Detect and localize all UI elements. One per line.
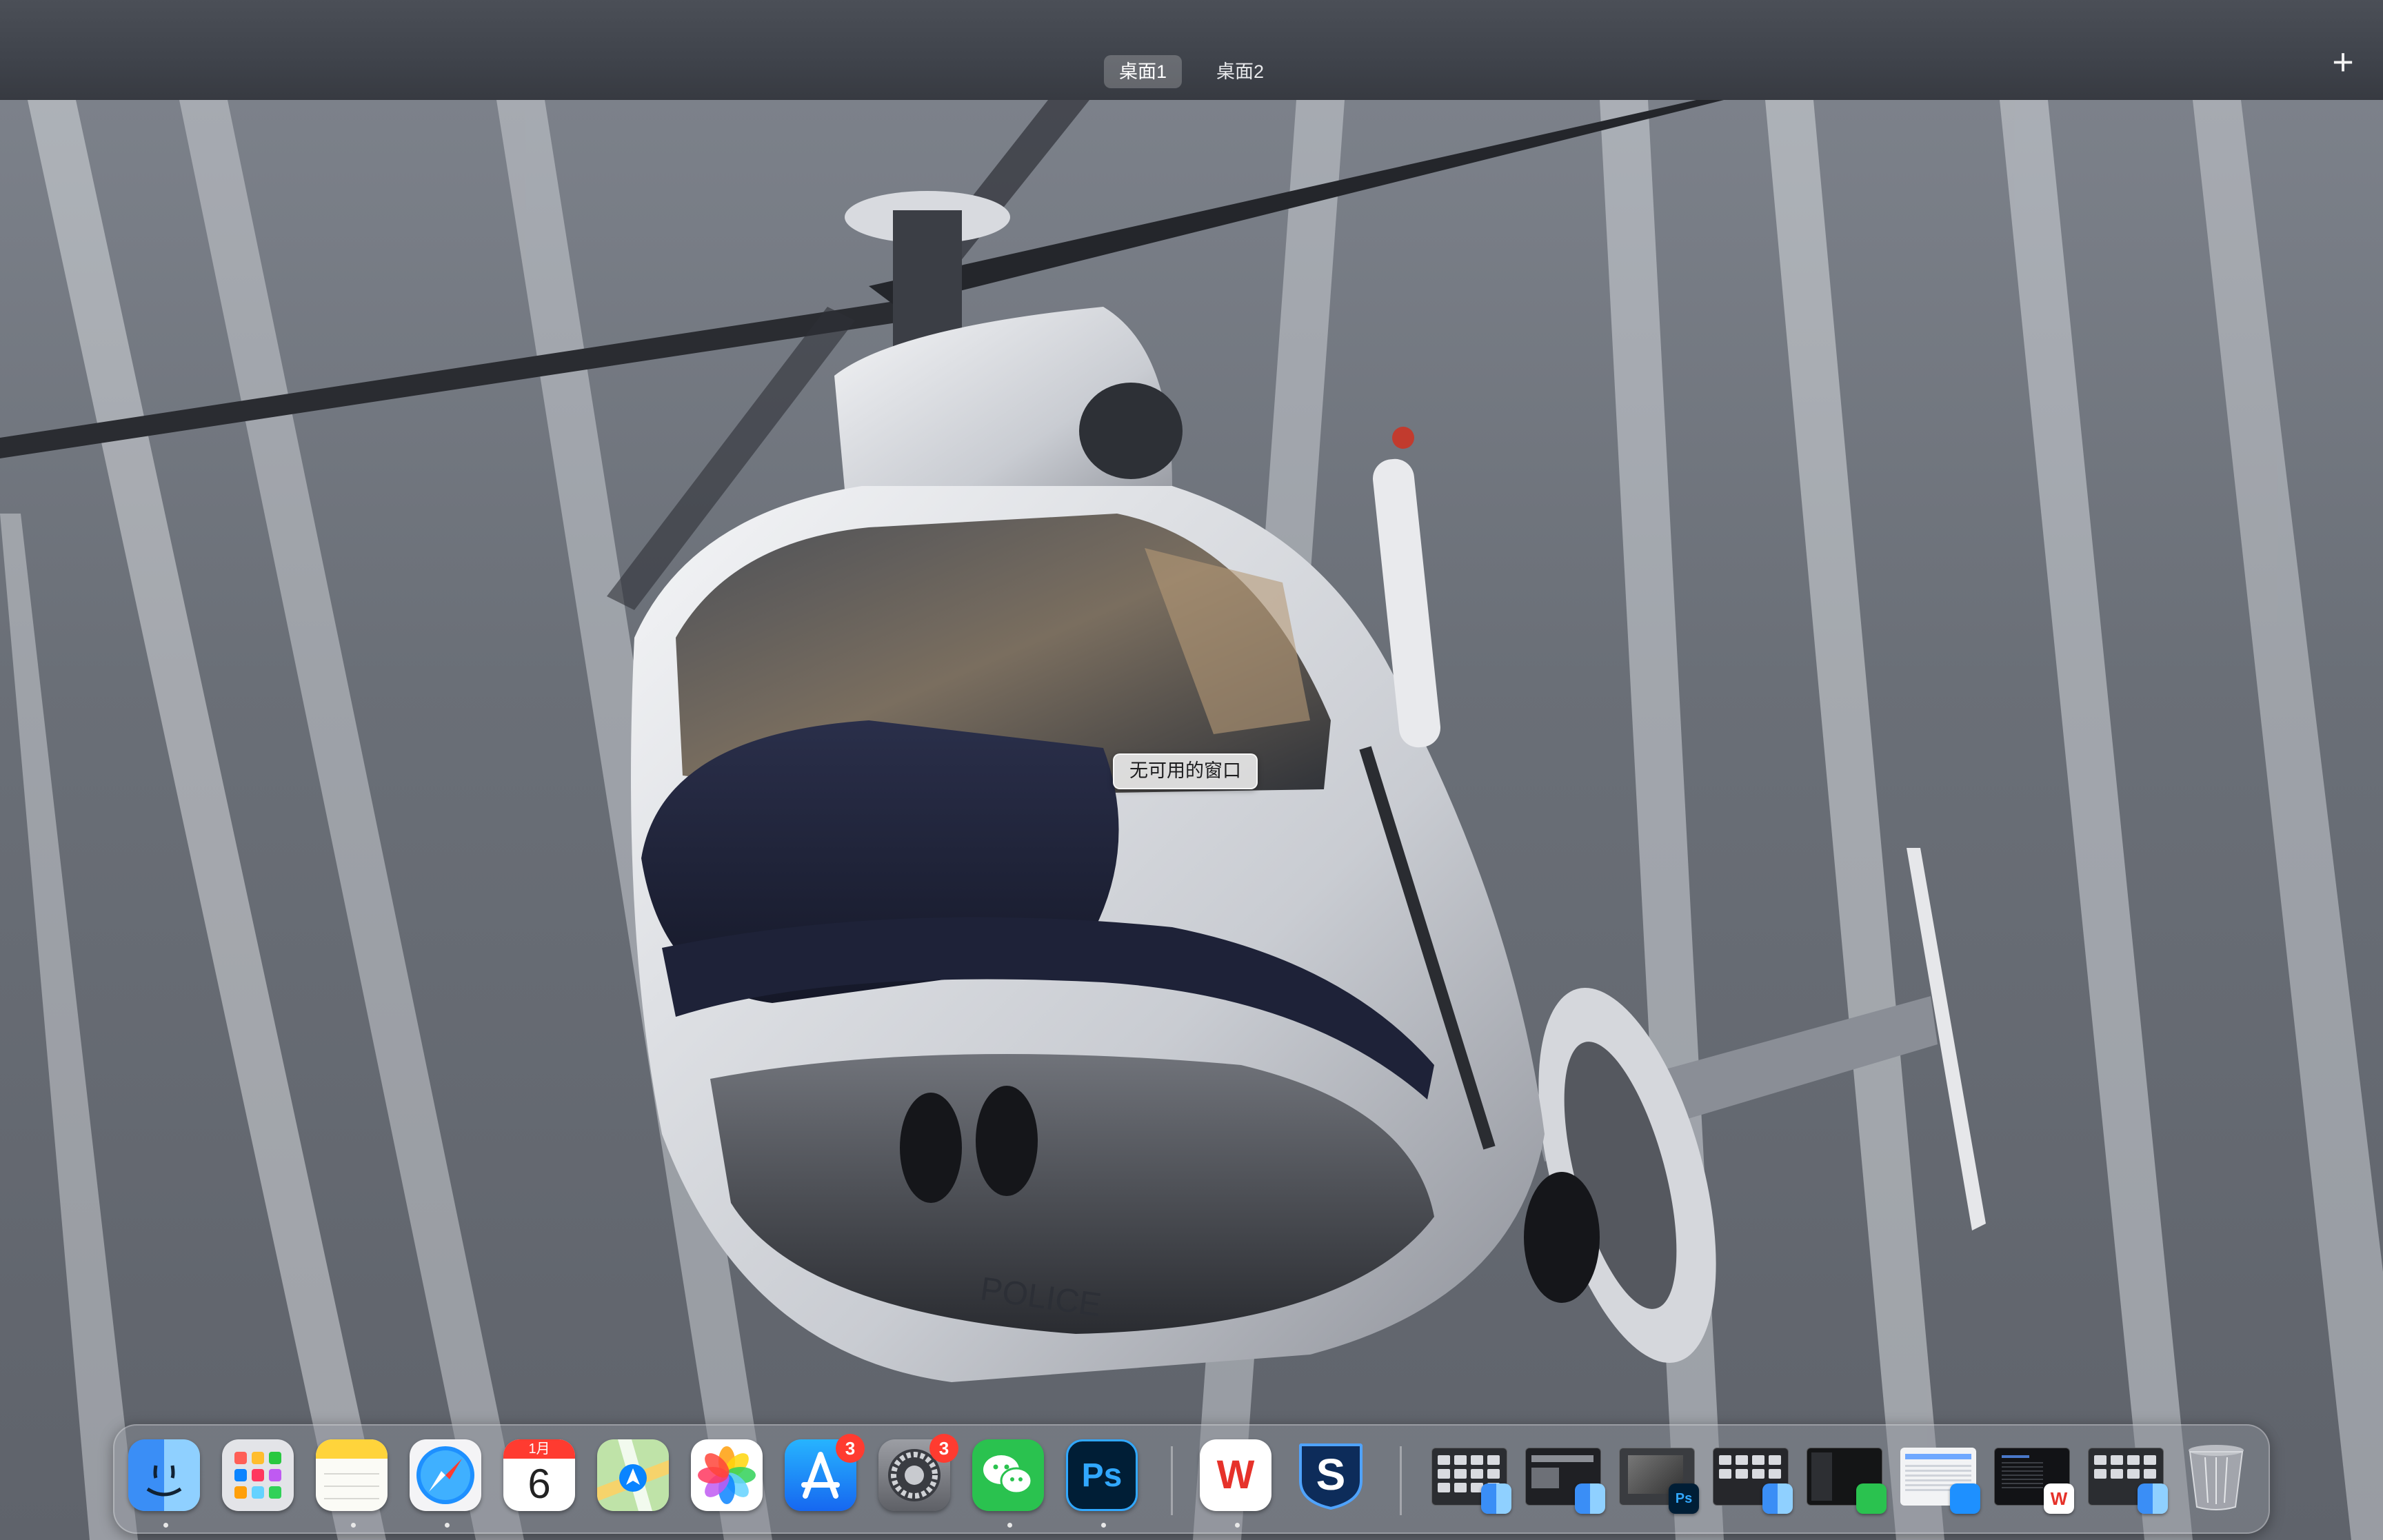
finder-icon (1762, 1483, 1793, 1514)
safari-running-indicator (445, 1523, 450, 1528)
dock-launchpad[interactable] (222, 1439, 296, 1514)
system-settings-badge: 3 (929, 1434, 958, 1463)
photoshop-icon: Ps (1066, 1439, 1138, 1511)
dock: 1月 6 3 3 Ps W S Ps W (113, 1424, 2270, 1534)
app-store-badge: 3 (836, 1434, 865, 1463)
space-tab-desktop-2[interactable]: 桌面2 (1201, 55, 1279, 88)
minimized-window-finder-3[interactable] (1713, 1441, 1793, 1514)
no-windows-label: 无可用的窗口 (1113, 753, 1258, 789)
wps-running-indicator (1235, 1523, 1240, 1528)
s-icon: S (1295, 1439, 1367, 1511)
finder-running-indicator (163, 1523, 168, 1528)
calendar-icon: 1月 6 (503, 1439, 575, 1511)
dock-trash[interactable] (2180, 1439, 2255, 1514)
minimized-window-photoshop[interactable]: Ps (1619, 1441, 1699, 1514)
safari-icon (1950, 1483, 1980, 1514)
finder-icon (1575, 1483, 1605, 1514)
dock-photoshop[interactable]: Ps (1066, 1439, 1140, 1528)
mission-control: 桌面1 桌面2 + POLICE 无可用的窗口 1月 6 3 3 Ps W S … (0, 0, 2383, 1540)
minimized-window-wps[interactable]: W (1994, 1441, 2074, 1514)
finder-icon (128, 1439, 200, 1511)
notes-icon (316, 1439, 388, 1511)
calendar-month: 1月 (503, 1439, 575, 1459)
minimized-window-safari[interactable] (1900, 1441, 1980, 1514)
dock-s-app[interactable]: S (1295, 1439, 1369, 1514)
notes-running-indicator (351, 1523, 356, 1528)
spaces-bar: 桌面1 桌面2 + (0, 0, 2383, 100)
launchpad-icon (222, 1439, 294, 1511)
helicopter-wallpaper: POLICE (0, 100, 2383, 1540)
spaces-tabs: 桌面1 桌面2 (0, 55, 2383, 88)
minimized-window-wechat[interactable] (1807, 1441, 1887, 1514)
dock-app-store[interactable]: 3 (785, 1434, 865, 1514)
finder-icon (2138, 1483, 2168, 1514)
dock-separator-2 (1400, 1446, 1402, 1515)
photoshop-icon: Ps (1669, 1483, 1699, 1514)
dock-finder[interactable] (128, 1439, 203, 1528)
wechat-icon (972, 1439, 1044, 1511)
wps-label: W (1216, 1452, 1255, 1497)
dock-notes[interactable] (316, 1439, 390, 1528)
safari-icon (410, 1439, 481, 1511)
desktop-wallpaper[interactable]: POLICE (0, 100, 2383, 1540)
calendar-day: 6 (527, 1461, 551, 1507)
add-space-button[interactable]: + (2322, 41, 2364, 83)
wechat-icon (1856, 1483, 1887, 1514)
trash-icon (2180, 1439, 2252, 1511)
dock-separator-1 (1171, 1446, 1173, 1515)
dock-wechat[interactable] (972, 1439, 1047, 1528)
space-tab-desktop-1[interactable]: 桌面1 (1103, 55, 1182, 88)
minimized-window-finder-4[interactable] (2088, 1441, 2168, 1514)
dock-calendar[interactable]: 1月 6 (503, 1439, 578, 1514)
photoshop-running-indicator (1101, 1523, 1106, 1528)
dock-system-settings[interactable]: 3 (878, 1434, 958, 1514)
dock-photos[interactable] (691, 1439, 765, 1514)
dock-wps[interactable]: W (1200, 1439, 1274, 1528)
dock-safari[interactable] (410, 1439, 484, 1528)
minimized-window-finder-2[interactable] (1525, 1441, 1605, 1514)
wps-icon: W (2044, 1483, 2074, 1514)
wechat-running-indicator (1007, 1523, 1012, 1528)
photoshop-label: Ps (1081, 1457, 1123, 1494)
dock-maps[interactable] (597, 1439, 672, 1514)
photos-icon (691, 1439, 763, 1511)
finder-icon (1481, 1483, 1511, 1514)
wps-icon: W (1200, 1439, 1271, 1511)
s-label: S (1316, 1450, 1346, 1499)
minimized-window-finder-1[interactable] (1431, 1441, 1511, 1514)
maps-icon (597, 1439, 669, 1511)
